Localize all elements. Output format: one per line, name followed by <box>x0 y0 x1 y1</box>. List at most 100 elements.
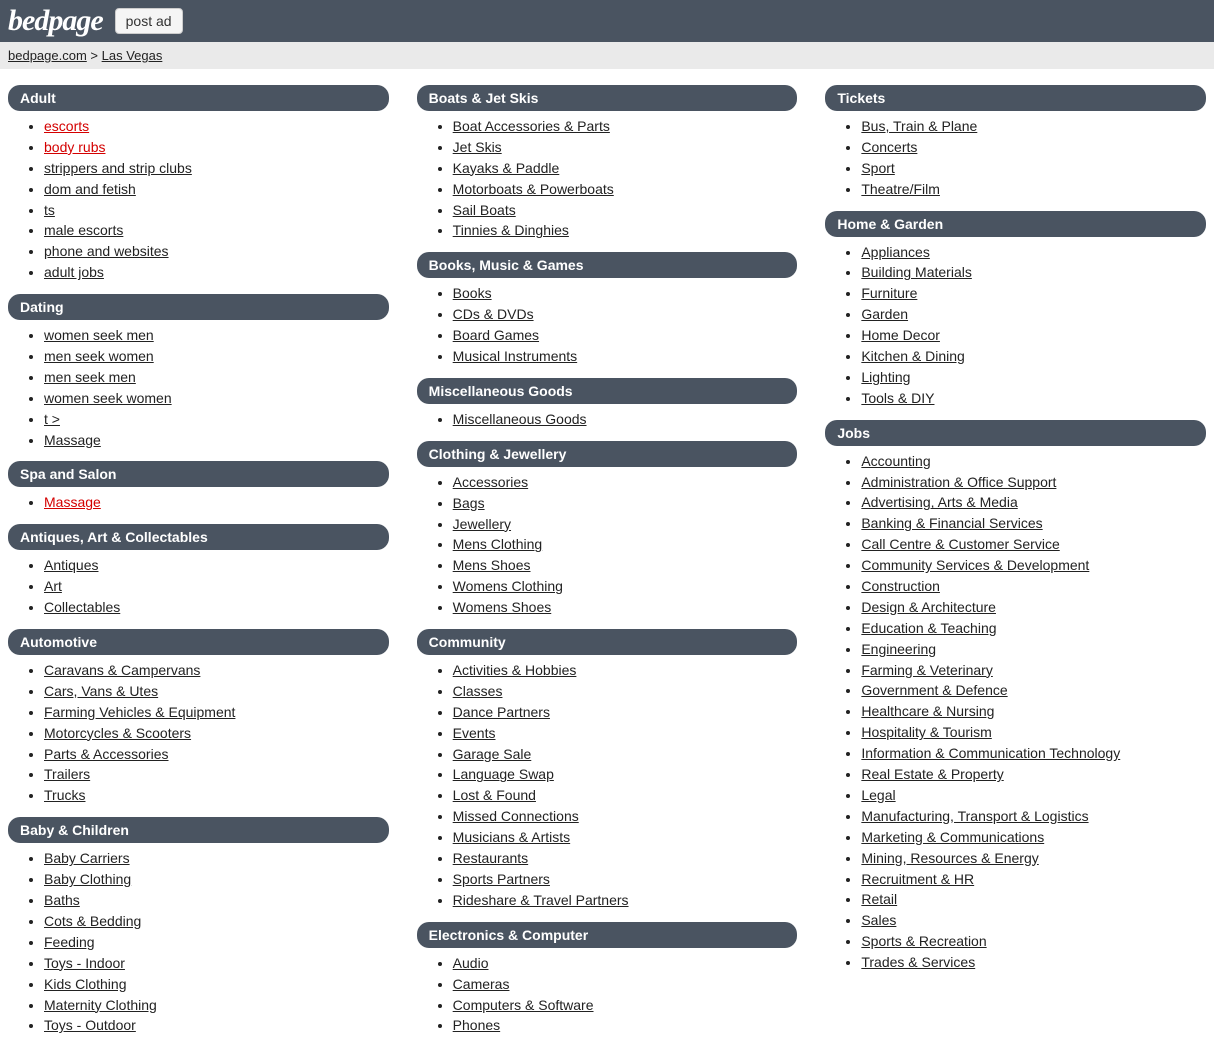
category-link[interactable]: Kitchen & Dining <box>861 348 965 364</box>
category-link[interactable]: Kayaks & Paddle <box>453 160 560 176</box>
category-link[interactable]: Design & Architecture <box>861 599 996 615</box>
category-link[interactable]: Kids Clothing <box>44 976 127 992</box>
category-link[interactable]: Sail Boats <box>453 202 516 218</box>
category-link[interactable]: Legal <box>861 787 895 803</box>
category-link[interactable]: Bus, Train & Plane <box>861 118 977 134</box>
category-link[interactable]: Manufacturing, Transport & Logistics <box>861 808 1088 824</box>
category-link[interactable]: Construction <box>861 578 940 594</box>
category-link[interactable]: Hospitality & Tourism <box>861 724 991 740</box>
category-link[interactable]: women seek men <box>44 327 154 343</box>
category-link[interactable]: Accessories <box>453 474 528 490</box>
breadcrumb-home[interactable]: bedpage.com <box>8 48 87 63</box>
category-link[interactable]: Sports Partners <box>453 871 550 887</box>
category-link[interactable]: CDs & DVDs <box>453 306 534 322</box>
category-link[interactable]: Engineering <box>861 641 936 657</box>
category-link[interactable]: escorts <box>44 118 89 134</box>
category-link[interactable]: Boat Accessories & Parts <box>453 118 610 134</box>
category-link[interactable]: Furniture <box>861 285 917 301</box>
category-link[interactable]: male escorts <box>44 222 123 238</box>
category-link[interactable]: Home Decor <box>861 327 940 343</box>
category-link[interactable]: Antiques <box>44 557 98 573</box>
category-link[interactable]: men seek men <box>44 369 136 385</box>
category-link[interactable]: Education & Teaching <box>861 620 996 636</box>
category-link[interactable]: Mining, Resources & Energy <box>861 850 1038 866</box>
category-link[interactable]: Musicians & Artists <box>453 829 570 845</box>
category-link[interactable]: Tinnies & Dinghies <box>453 222 569 238</box>
category-link[interactable]: Sport <box>861 160 894 176</box>
category-link[interactable]: Events <box>453 725 496 741</box>
category-link[interactable]: Toys - Outdoor <box>44 1017 136 1033</box>
category-link[interactable]: Garage Sale <box>453 746 532 762</box>
category-link[interactable]: Feeding <box>44 934 95 950</box>
category-link[interactable]: Lighting <box>861 369 910 385</box>
category-link[interactable]: Mens Shoes <box>453 557 531 573</box>
category-link[interactable]: t > <box>44 411 60 427</box>
category-link[interactable]: Motorboats & Powerboats <box>453 181 614 197</box>
category-link[interactable]: Garden <box>861 306 908 322</box>
category-link[interactable]: phone and websites <box>44 243 169 259</box>
category-link[interactable]: men seek women <box>44 348 154 364</box>
category-link[interactable]: Baby Carriers <box>44 850 130 866</box>
category-link[interactable]: strippers and strip clubs <box>44 160 192 176</box>
category-link[interactable]: Dance Partners <box>453 704 550 720</box>
category-link[interactable]: ts <box>44 202 55 218</box>
category-link[interactable]: Baby Clothing <box>44 871 131 887</box>
category-link[interactable]: dom and fetish <box>44 181 136 197</box>
category-link[interactable]: Parts & Accessories <box>44 746 169 762</box>
category-link[interactable]: Classes <box>453 683 503 699</box>
category-link[interactable]: Call Centre & Customer Service <box>861 536 1059 552</box>
category-link[interactable]: Books <box>453 285 492 301</box>
category-link[interactable]: Caravans & Campervans <box>44 662 200 678</box>
category-link[interactable]: Bags <box>453 495 485 511</box>
category-link[interactable]: Accounting <box>861 453 930 469</box>
category-link[interactable]: Sports & Recreation <box>861 933 986 949</box>
category-link[interactable]: Maternity Clothing <box>44 997 157 1013</box>
category-link[interactable]: Farming & Veterinary <box>861 662 993 678</box>
category-link[interactable]: Building Materials <box>861 264 972 280</box>
category-link[interactable]: Advertising, Arts & Media <box>861 494 1017 510</box>
category-link[interactable]: Trailers <box>44 766 90 782</box>
category-link[interactable]: Recruitment & HR <box>861 871 974 887</box>
site-logo[interactable]: bedpage <box>8 4 103 38</box>
category-link[interactable]: Tools & DIY <box>861 390 934 406</box>
category-link[interactable]: Theatre/Film <box>861 181 940 197</box>
category-link[interactable]: Concerts <box>861 139 917 155</box>
category-link[interactable]: Community Services & Development <box>861 557 1089 573</box>
post-ad-button[interactable]: post ad <box>115 8 183 34</box>
category-link[interactable]: Missed Connections <box>453 808 579 824</box>
category-link[interactable]: Farming Vehicles & Equipment <box>44 704 235 720</box>
category-link[interactable]: Healthcare & Nursing <box>861 703 994 719</box>
category-link[interactable]: women seek women <box>44 390 172 406</box>
category-link[interactable]: Jewellery <box>453 516 511 532</box>
category-link[interactable]: Miscellaneous Goods <box>453 411 587 427</box>
category-link[interactable]: Government & Defence <box>861 682 1007 698</box>
category-link[interactable]: Retail <box>861 891 897 907</box>
category-link[interactable]: Lost & Found <box>453 787 536 803</box>
category-link[interactable]: Rideshare & Travel Partners <box>453 892 629 908</box>
category-link[interactable]: Massage <box>44 494 101 510</box>
category-link[interactable]: Jet Skis <box>453 139 502 155</box>
category-link[interactable]: Art <box>44 578 62 594</box>
breadcrumb-location[interactable]: Las Vegas <box>102 48 163 63</box>
category-link[interactable]: Toys - Indoor <box>44 955 125 971</box>
category-link[interactable]: body rubs <box>44 139 105 155</box>
category-link[interactable]: Womens Shoes <box>453 599 552 615</box>
category-link[interactable]: Musical Instruments <box>453 348 577 364</box>
category-link[interactable]: Collectables <box>44 599 120 615</box>
category-link[interactable]: Motorcycles & Scooters <box>44 725 191 741</box>
category-link[interactable]: Mens Clothing <box>453 536 543 552</box>
category-link[interactable]: Activities & Hobbies <box>453 662 577 678</box>
category-link[interactable]: Appliances <box>861 244 930 260</box>
category-link[interactable]: Phones <box>453 1017 500 1033</box>
category-link[interactable]: adult jobs <box>44 264 104 280</box>
category-link[interactable]: Restaurants <box>453 850 528 866</box>
category-link[interactable]: Baths <box>44 892 80 908</box>
category-link[interactable]: Womens Clothing <box>453 578 563 594</box>
category-link[interactable]: Sales <box>861 912 896 928</box>
category-link[interactable]: Marketing & Communications <box>861 829 1044 845</box>
category-link[interactable]: Audio <box>453 955 489 971</box>
category-link[interactable]: Cars, Vans & Utes <box>44 683 158 699</box>
category-link[interactable]: Computers & Software <box>453 997 594 1013</box>
category-link[interactable]: Information & Communication Technology <box>861 745 1120 761</box>
category-link[interactable]: Cots & Bedding <box>44 913 141 929</box>
